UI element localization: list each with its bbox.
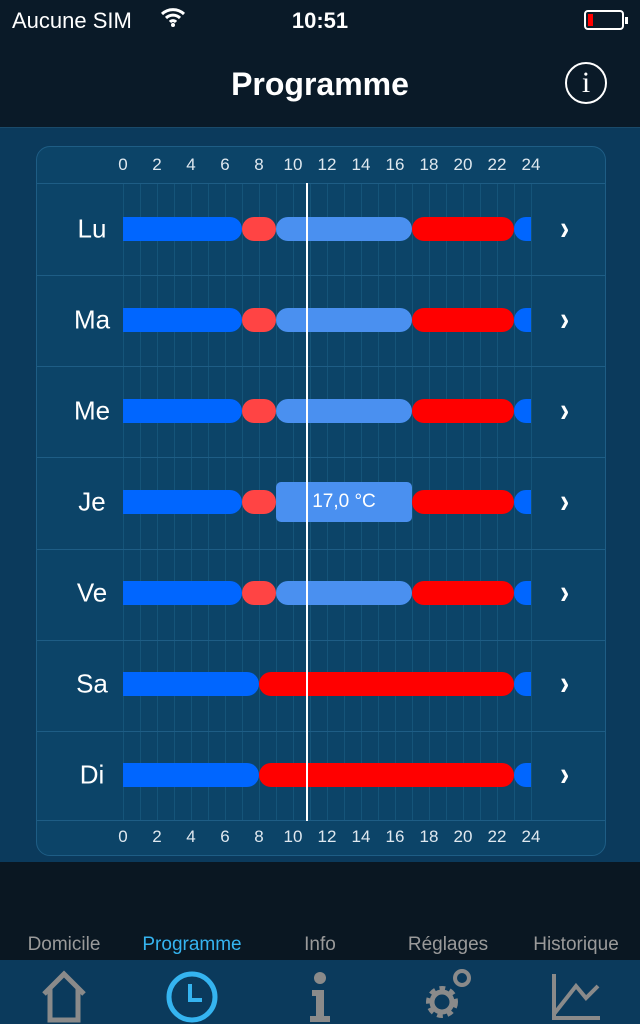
hour-tick-bottom: 20 [453,827,473,846]
chevron-right-icon[interactable]: › [560,391,569,430]
schedule-segment-comfort_light[interactable] [242,398,276,423]
hour-tick-top: 22 [487,155,507,174]
temperature-tooltip: 17,0 °C [276,482,412,522]
schedule-segment-eco[interactable] [514,672,531,697]
schedule-segment-eco[interactable] [514,398,531,423]
hour-tick-bottom: 18 [419,827,439,846]
hour-tick-top: 6 [220,155,230,174]
schedule-segment-comfort[interactable] [412,216,514,241]
schedule-segment-eco[interactable] [123,398,242,423]
hour-tick-bottom: 22 [487,827,507,846]
schedule-segment-comfort[interactable] [412,490,514,514]
schedule-segment-comfort_light[interactable] [242,581,276,606]
chevron-right-icon[interactable]: › [560,665,569,704]
hour-tick-bottom: 6 [220,827,230,846]
schedule-segment-comfort[interactable] [412,581,514,606]
chevron-right-icon[interactable]: › [560,300,569,339]
hour-tick-bottom: 4 [186,827,196,846]
schedule-segment-eco[interactable] [123,763,259,788]
schedule-segment-away[interactable] [276,398,412,423]
hour-tick-top: 24 [521,155,541,174]
hour-tick-top: 4 [186,155,196,174]
schedule-segment-comfort[interactable] [412,398,514,423]
grid-line [531,184,532,820]
hour-tick-top: 14 [351,155,371,174]
row-divider [37,366,605,368]
day-label: Ve [76,577,108,608]
hour-tick-bottom: 12 [317,827,337,846]
hour-tick-bottom: 24 [521,827,541,846]
tab-label: Programme [142,934,242,955]
day-label: Me [73,395,111,426]
chevron-right-icon[interactable]: › [560,756,569,795]
schedule-segment-comfort[interactable] [259,672,514,697]
day-label: Je [78,486,106,517]
schedule-segment-away[interactable] [276,307,412,332]
hour-tick-bottom: 8 [254,827,264,846]
hour-tick-top: 8 [254,155,264,174]
hour-tick-bottom: 2 [152,827,162,846]
schedule-segment-eco[interactable] [123,307,242,332]
hour-tick-bottom: 0 [118,827,128,846]
hour-tick-bottom: 10 [283,827,303,846]
hour-tick-top: 20 [453,155,473,174]
hour-tick-bottom: 16 [385,827,405,846]
hour-tick-top: 0 [118,155,128,174]
schedule-segment-eco[interactable] [514,216,531,241]
schedule-segment-eco[interactable] [514,490,531,514]
schedule-segment-comfort[interactable] [412,307,514,332]
chevron-right-icon[interactable]: › [560,483,569,522]
schedule-segment-comfort[interactable] [259,763,514,788]
row-divider [37,275,605,277]
day-label: Sa [76,668,108,699]
row-divider [37,730,605,732]
schedule-segment-eco[interactable] [123,216,242,241]
row-divider [37,457,605,459]
nav-bar: Programme i [0,40,640,128]
schedule-segment-away[interactable] [276,581,412,606]
schedule-segment-comfort_light[interactable] [242,216,276,241]
status-bar: Aucune SIM 10:51 [0,0,640,40]
schedule-segment-eco[interactable] [123,581,242,606]
clock: 10:51 [291,8,349,33]
tab-label: Domicile [27,934,101,955]
tab-bar: Domicile Programme Info Réglages Historique [0,862,640,1023]
schedule-segment-eco[interactable] [123,490,242,514]
tab-label: Réglages [407,934,489,955]
chevron-right-icon[interactable]: › [560,574,569,613]
hour-tick-top: 12 [317,155,337,174]
hour-tick-bottom: 14 [351,827,371,846]
day-label: Di [79,759,105,790]
tab-label: Info [304,934,336,955]
chevron-right-icon[interactable]: › [560,209,569,248]
schedule-segment-away[interactable] [276,216,412,241]
hour-tick-top: 16 [385,155,405,174]
tab-house[interactable]: Domicile [0,862,128,1023]
tab-chart[interactable]: Historique [512,862,640,1020]
current-time-line [306,183,309,821]
schedule-panel: 0 0 2 2 4 4 6 6 8 8 10 10 12 12 14 14 16 16 18 18 20 20 22 22 24… [36,146,606,856]
tab-info[interactable]: Info [256,862,384,1022]
tab-gears[interactable]: Réglages [384,862,512,1018]
day-label: Lu [77,213,107,244]
page-title: Programme [231,66,409,102]
tab-clock[interactable]: Programme [128,862,256,1023]
tab-label: Historique [533,934,619,955]
schedule-segment-eco[interactable] [123,672,259,697]
row-divider [37,639,605,641]
schedule-segment-comfort_light[interactable] [242,490,276,514]
schedule-segment-eco[interactable] [514,581,531,606]
battery-icon [584,10,628,30]
day-label: Ma [73,304,111,335]
schedule-segment-eco[interactable] [514,763,531,788]
schedule-segment-eco[interactable] [514,307,531,332]
row-divider [37,548,605,550]
hour-tick-top: 10 [283,155,303,174]
hour-tick-top: 2 [152,155,162,174]
info-circle-icon[interactable]: i [565,62,607,104]
schedule-segment-comfort_light[interactable] [242,307,276,332]
hour-tick-top: 18 [419,155,439,174]
